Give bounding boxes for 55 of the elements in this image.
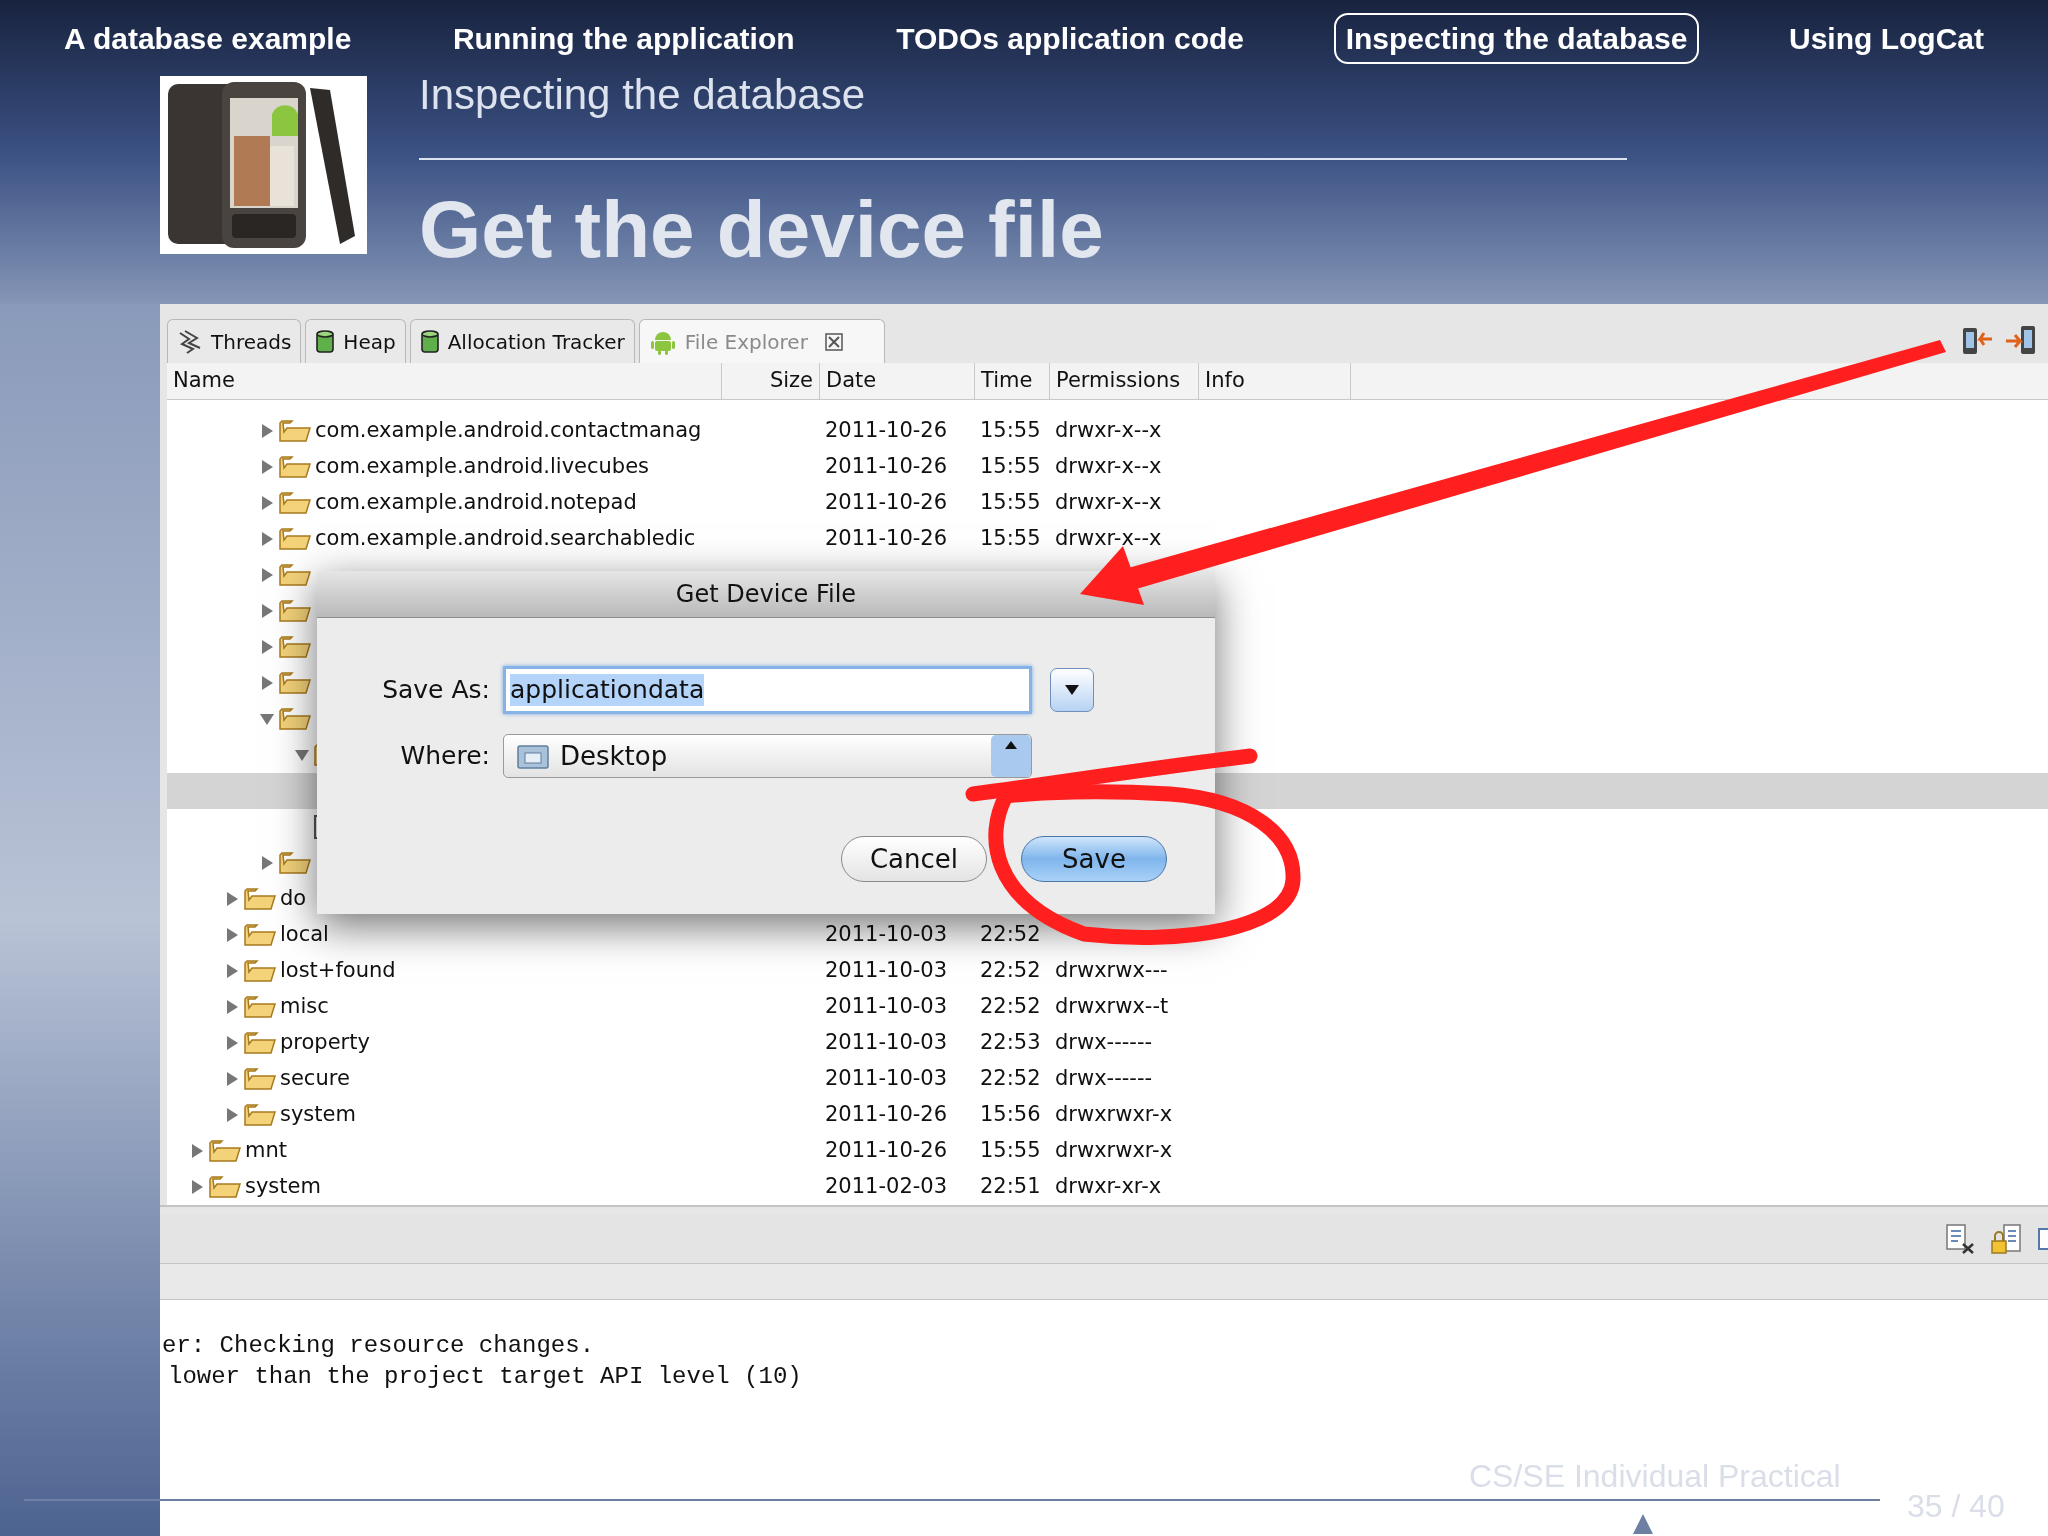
permissions-cell: drwxrwxr-x: [1055, 1138, 1173, 1163]
time-cell: 22:52: [980, 1066, 1041, 1091]
time-cell: 22:52: [980, 958, 1041, 983]
date-cell: 2011-10-26: [825, 1138, 948, 1163]
time-cell: 15:55: [980, 526, 1041, 551]
permissions-cell: drwxrwx---: [1055, 958, 1168, 983]
file-name: system: [245, 1173, 321, 1201]
date-cell: 2011-10-26: [825, 418, 948, 443]
time-cell: 15:55: [980, 454, 1041, 479]
time-cell: 15:55: [980, 1138, 1041, 1163]
date-cell: 2011-10-03: [825, 1030, 948, 1055]
time-cell: 15:55: [980, 418, 1041, 443]
slide-title: Get the device file: [419, 190, 1105, 270]
file-name: misc: [280, 993, 329, 1021]
date-cell: 2011-10-03: [825, 922, 948, 947]
section-title: Inspecting the database: [419, 74, 866, 116]
file-name: com.example.android.searchabledic: [315, 525, 696, 553]
date-cell: 2011-10-26: [825, 1102, 948, 1127]
permissions-cell: drwxr-xr-x: [1055, 1174, 1162, 1199]
date-cell: 2011-10-26: [825, 526, 948, 551]
file-name: com.example.android.notepad: [315, 489, 637, 517]
date-cell: 2011-10-26: [825, 454, 948, 479]
permissions-cell: drwx------: [1055, 1066, 1153, 1091]
date-cell: 2011-10-03: [825, 958, 948, 983]
permissions-cell: drwxr-x--x: [1055, 526, 1162, 551]
file-name: secure: [280, 1065, 350, 1093]
time-cell: 15:55: [980, 490, 1041, 515]
time-cell: 22:51: [980, 1174, 1041, 1199]
permissions-cell: drwxr-x--x: [1055, 418, 1162, 443]
date-cell: 2011-10-03: [825, 1066, 948, 1091]
time-cell: 22:52: [980, 994, 1041, 1019]
dialog-title: Get Device File: [675, 579, 857, 610]
file-name: com.example.android.livecubes: [315, 453, 650, 481]
time-cell: 22:52: [980, 922, 1041, 947]
date-cell: 2011-02-03: [825, 1174, 948, 1199]
date-cell: 2011-10-03: [825, 994, 948, 1019]
time-cell: 22:53: [980, 1030, 1041, 1055]
permissions-cell: drwxr-x--x: [1055, 490, 1162, 515]
file-name: mnt: [245, 1137, 287, 1165]
permissions-cell: drwxr-x--x: [1055, 454, 1162, 479]
file-name: do: [280, 885, 307, 913]
file-name: lost+found: [280, 957, 396, 985]
save-as-label: Save As:: [381, 674, 490, 707]
console-line: er: Checking resource changes.: [161, 1331, 596, 1361]
file-name: property: [280, 1029, 370, 1057]
date-cell: 2011-10-26: [825, 490, 948, 515]
file-name: com.example.android.contactmanag: [315, 417, 702, 445]
time-cell: 15:56: [980, 1102, 1041, 1127]
file-name: system: [280, 1101, 356, 1129]
file-name: local: [280, 921, 329, 949]
permissions-cell: drwxrwx--t: [1055, 994, 1169, 1019]
console-line: lower than the project target API level (10): [167, 1362, 803, 1392]
permissions-cell: drwx------: [1055, 1030, 1153, 1055]
where-label: Where:: [399, 740, 490, 773]
permissions-cell: drwxrwxr-x: [1055, 1102, 1173, 1127]
